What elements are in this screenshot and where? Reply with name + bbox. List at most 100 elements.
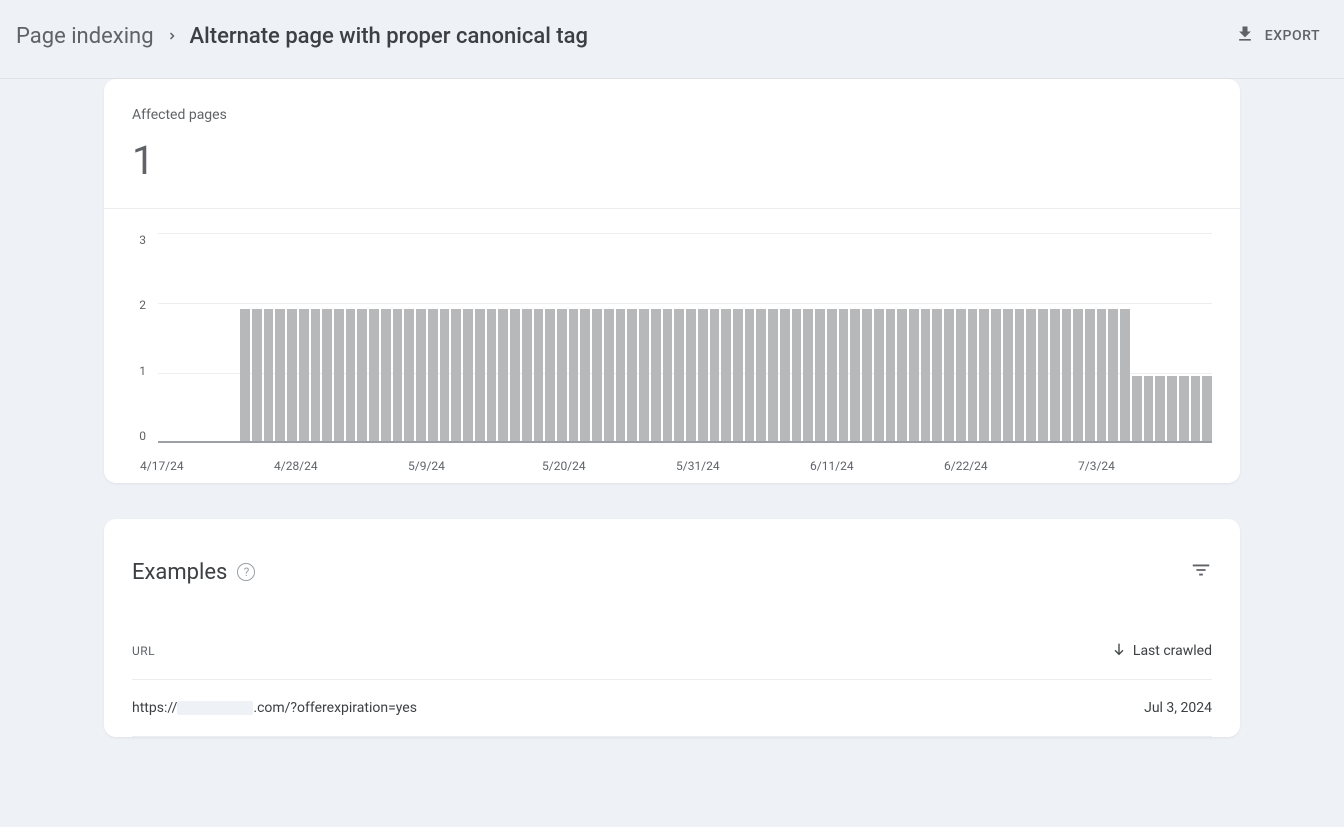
chart-bar xyxy=(534,309,544,442)
filter-icon[interactable] xyxy=(1190,559,1212,585)
chart-bar xyxy=(381,309,391,442)
chart-bar xyxy=(803,309,813,442)
chart-bar xyxy=(1167,376,1177,442)
chart-bar xyxy=(874,309,884,442)
chart-bar xyxy=(1155,376,1165,442)
chart-bar xyxy=(944,309,954,442)
chart-bar xyxy=(733,309,743,442)
chart-baseline xyxy=(158,441,1212,443)
chart-bar xyxy=(264,309,274,442)
chart-bar xyxy=(463,309,473,442)
table-row[interactable]: https://.com/?offerexpiration=yes Jul 3,… xyxy=(132,680,1212,737)
chart-bar xyxy=(780,309,790,442)
chart-bar xyxy=(1097,309,1107,442)
chart-bar xyxy=(440,309,450,442)
table-header-row: URL Last crawled xyxy=(132,641,1212,680)
chart-bar xyxy=(745,309,755,442)
chart-bar xyxy=(979,309,989,442)
chart-bar xyxy=(850,309,860,442)
chart-bar xyxy=(886,309,896,442)
chart-bar xyxy=(240,309,250,442)
chart-bar xyxy=(346,309,356,442)
chart-bar xyxy=(921,309,931,442)
chart-bar xyxy=(909,309,919,442)
chart-bar xyxy=(710,309,720,442)
chart-bar xyxy=(991,309,1001,442)
breadcrumb-parent-link[interactable]: Page indexing xyxy=(16,24,154,49)
chart-bar xyxy=(1050,309,1060,442)
chart-bar xyxy=(1015,309,1025,442)
redacted-segment xyxy=(177,701,253,715)
chart-bar xyxy=(627,309,637,442)
chevron-right-icon xyxy=(166,30,178,42)
help-icon[interactable]: ? xyxy=(237,563,255,581)
chart-bar xyxy=(357,309,367,442)
chart-bar xyxy=(311,309,321,442)
chart-bar xyxy=(1073,309,1083,442)
chart-bar xyxy=(768,309,778,442)
chart-bar xyxy=(1062,309,1072,442)
chart-bar xyxy=(1085,309,1095,442)
chart-bar xyxy=(1132,376,1142,442)
chart-bar xyxy=(839,309,849,442)
chart-bar xyxy=(522,309,532,442)
chart-bar xyxy=(322,309,332,442)
export-button[interactable]: EXPORT xyxy=(1227,18,1328,54)
chart-bar xyxy=(1120,309,1130,442)
column-url: URL xyxy=(132,644,155,658)
chart-bar xyxy=(674,309,684,442)
chart-bar xyxy=(698,309,708,442)
chart-bar xyxy=(299,309,309,442)
chart-bar xyxy=(416,309,426,442)
chart-bar xyxy=(1026,309,1036,442)
download-icon xyxy=(1235,24,1255,48)
affected-pages-value: 1 xyxy=(132,137,1212,184)
export-label: EXPORT xyxy=(1265,28,1320,44)
chart-bar xyxy=(393,309,403,442)
chart-bar xyxy=(275,309,285,442)
chart-bar xyxy=(792,309,802,442)
chart-bar xyxy=(956,309,966,442)
crawled-cell: Jul 3, 2024 xyxy=(1144,700,1212,716)
examples-card: Examples ? URL Last crawled https://.com… xyxy=(104,519,1240,737)
chart-bar xyxy=(651,309,661,442)
chart-bar xyxy=(580,309,590,442)
chart-bar xyxy=(487,309,497,442)
chart-bar xyxy=(498,309,508,442)
chart-bar xyxy=(557,309,567,442)
chart-bar xyxy=(1144,376,1154,442)
chart-bar xyxy=(428,309,438,442)
chart-bar xyxy=(1108,309,1118,442)
chart-bar xyxy=(968,309,978,442)
chart-bar xyxy=(827,309,837,442)
chart-bar xyxy=(1202,376,1212,442)
chart-bar xyxy=(252,309,262,442)
chart-bar xyxy=(451,309,461,442)
chart-bars xyxy=(158,243,1212,442)
column-last-crawled[interactable]: Last crawled xyxy=(1111,641,1212,661)
chart-bar xyxy=(287,309,297,442)
page-header: Page indexing Alternate page with proper… xyxy=(0,0,1344,79)
chart-bar xyxy=(932,309,942,442)
examples-title: Examples xyxy=(132,560,227,585)
chart-bar xyxy=(404,309,414,442)
affected-pages-card: Affected pages 1 3 2 1 0 4/17/24 4/28/24… xyxy=(104,79,1240,483)
chart-bar xyxy=(1038,309,1048,442)
chart-bar xyxy=(897,309,907,442)
breadcrumb: Page indexing Alternate page with proper… xyxy=(16,24,588,49)
chart-bar xyxy=(862,309,872,442)
chart-y-axis: 3 2 1 0 xyxy=(132,233,146,443)
chart-bar xyxy=(686,309,696,442)
chart-bar xyxy=(815,309,825,442)
chart-bar xyxy=(369,309,379,442)
url-cell: https://.com/?offerexpiration=yes xyxy=(132,700,417,716)
chart-bar xyxy=(756,309,766,442)
chart-bar xyxy=(1179,376,1189,442)
chart-bar xyxy=(663,309,673,442)
chart: 3 2 1 0 4/17/24 4/28/24 5/9/24 5/20/24 5… xyxy=(104,208,1240,483)
chart-bar xyxy=(1191,376,1201,442)
chart-bar xyxy=(510,309,520,442)
sort-down-icon xyxy=(1111,641,1127,661)
breadcrumb-current: Alternate page with proper canonical tag xyxy=(190,24,588,49)
chart-bar xyxy=(616,309,626,442)
